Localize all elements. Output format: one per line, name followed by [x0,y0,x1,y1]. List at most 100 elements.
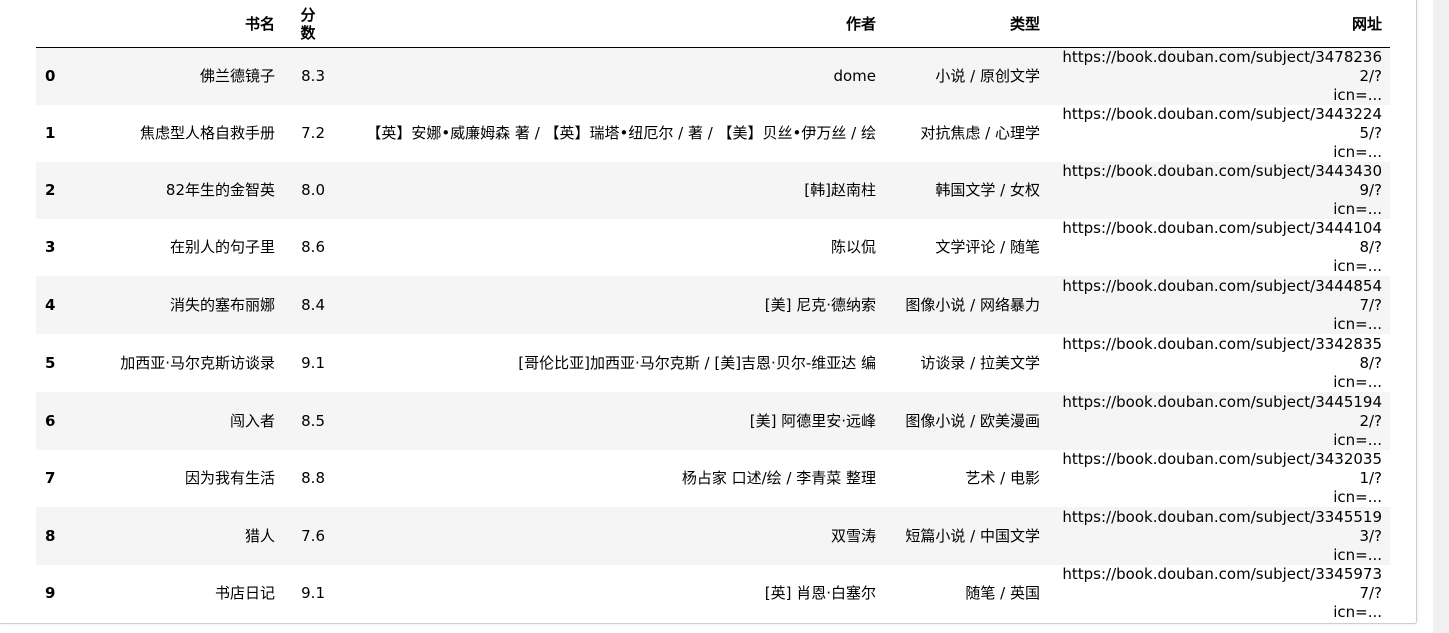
type-cell: 图像小说 / 欧美漫画 [905,411,1040,430]
table-row: 7 因为我有生活 8.8 杨占家 口述/绘 / 李青菜 整理 艺术 / 电影 h… [36,450,1390,507]
url-line-2: icn=... [1333,143,1382,161]
score-cell: 9.1 [301,584,325,602]
column-header-score-line2: 数 [300,23,316,42]
type-cell: 随笔 / 英国 [965,584,1040,602]
url-cell: https://book.douban.com/subject/34441048… [1048,219,1390,276]
author-cell: [美] 尼克·德纳索 [764,295,876,314]
url-line-2: icn=... [1333,314,1382,333]
url-line-1: https://book.douban.com/subject/33459737… [1062,565,1382,602]
url-cell: https://book.douban.com/subject/34434309… [1048,162,1390,219]
url-cell: https://book.douban.com/subject/34782362… [1048,48,1390,106]
author-cell: [美] 阿德里安·远峰 [749,411,876,430]
type-cell: 短篇小说 / 中国文学 [905,526,1040,545]
score-cell: 8.0 [301,181,325,199]
author-cell: 【英】安娜•威廉姆森 著 / 【英】瑞塔•纽厄尔 / 著 / 【美】贝丝•伊万丝… [366,124,876,142]
book-title-cell: 消失的塞布丽娜 [169,295,275,314]
column-header-type: 类型 [884,0,1048,48]
url-line-1: https://book.douban.com/subject/34441048… [1062,219,1382,256]
url-cell: https://book.douban.com/subject/33428358… [1048,334,1390,392]
book-title-cell: 闯入者 [229,411,275,430]
score-cell: 8.5 [301,411,325,430]
table-row: 2 82年生的金智英 8.0 [韩]赵南柱 韩国文学 / 女权 https://… [36,162,1390,219]
type-cell: 访谈录 / 拉美文学 [920,353,1040,372]
url-line-1: https://book.douban.com/subject/34782362… [1062,48,1382,85]
book-title-cell: 加西亚·马尔克斯访谈录 [120,353,275,372]
author-cell: [英] 肖恩·白塞尔 [764,584,876,602]
type-cell: 韩国文学 / 女权 [935,181,1040,199]
score-cell: 8.8 [301,469,325,487]
url-line-1: https://book.douban.com/subject/34432245… [1062,105,1382,142]
url-line-1: https://book.douban.com/subject/33455193… [1062,507,1382,545]
book-title-cell: 在别人的句子里 [169,238,275,256]
table-row: 5 加西亚·马尔克斯访谈录 9.1 [哥伦比亚]加西亚·马尔克斯 / [美]吉恩… [36,334,1390,392]
author-cell: 陈以侃 [830,238,876,256]
book-title-cell: 焦虑型人格自救手册 [139,124,275,142]
table-row: 4 消失的塞布丽娜 8.4 [美] 尼克·德纳索 图像小说 / 网络暴力 htt… [36,276,1390,334]
type-cell: 艺术 / 电影 [965,469,1040,487]
table-body: 0 佛兰德镜子 8.3 dome 小说 / 原创文学 https://book.… [36,47,1390,622]
url-line-1: https://book.douban.com/subject/33428358… [1062,334,1382,372]
url-line-2: icn=... [1333,488,1382,506]
score-cell: 8.4 [301,295,325,314]
url-cell: https://book.douban.com/subject/33459737… [1048,565,1390,622]
column-header-score: 分 数 [283,0,333,48]
author-cell: 杨占家 口述/绘 / 李青菜 整理 [681,469,876,487]
row-index: 8 [45,526,56,545]
book-title-cell: 佛兰德镜子 [199,67,275,85]
url-cell: https://book.douban.com/subject/34432245… [1048,105,1390,162]
row-index: 0 [45,67,56,85]
column-header-url: 网址 [1048,0,1390,48]
book-title-cell: 猎人 [244,526,275,545]
column-header-title: 书名 [74,0,283,48]
scrollbar-track[interactable] [1433,0,1449,633]
type-cell: 小说 / 原创文学 [935,67,1040,85]
table-row: 8 猎人 7.6 双雪涛 短篇小说 / 中国文学 https://book.do… [36,507,1390,565]
table-row: 0 佛兰德镜子 8.3 dome 小说 / 原创文学 https://book.… [36,47,1390,106]
url-cell: https://book.douban.com/subject/34451942… [1048,392,1390,450]
row-index: 2 [45,181,56,199]
url-cell: https://book.douban.com/subject/33455193… [1048,507,1390,565]
table-row: 6 闯入者 8.5 [美] 阿德里安·远峰 图像小说 / 欧美漫画 https:… [36,392,1390,450]
score-cell: 7.2 [301,124,325,142]
book-title-cell: 82年生的金智英 [165,181,275,199]
column-header-score-line1: 分 [300,5,316,24]
row-index: 4 [45,295,56,314]
url-line-2: icn=... [1333,372,1382,391]
url-line-1: https://book.douban.com/subject/34320351… [1062,450,1382,487]
row-index: 9 [45,584,56,602]
score-cell: 9.1 [301,353,325,372]
url-line-2: icn=... [1333,430,1382,449]
dataframe-table: 书名 分 数 作者 类型 网址 0 佛兰德镜子 8.3 dome 小说 / 原创… [36,0,1390,622]
author-cell: dome [833,67,876,85]
url-line-2: icn=... [1333,257,1382,275]
row-index: 1 [45,124,56,142]
book-title-cell: 书店日记 [214,584,275,602]
type-cell: 文学评论 / 随笔 [935,238,1040,256]
author-cell: [哥伦比亚]加西亚·马尔克斯 / [美]吉恩·贝尔-维亚达 编 [518,353,876,372]
url-line-1: https://book.douban.com/subject/34451942… [1062,392,1382,430]
url-line-1: https://book.douban.com/subject/34434309… [1062,162,1382,199]
url-cell: https://book.douban.com/subject/34448547… [1048,276,1390,334]
row-index: 7 [45,469,56,487]
author-cell: 双雪涛 [830,526,876,545]
score-cell: 8.3 [301,67,325,85]
url-line-2: icn=... [1333,545,1382,564]
table-row: 1 焦虑型人格自救手册 7.2 【英】安娜•威廉姆森 著 / 【英】瑞塔•纽厄尔… [36,105,1390,162]
index-header [36,0,74,48]
table-header: 书名 分 数 作者 类型 网址 [36,0,1390,48]
type-cell: 图像小说 / 网络暴力 [905,295,1040,314]
book-title-cell: 因为我有生活 [184,469,275,487]
url-line-1: https://book.douban.com/subject/34448547… [1062,276,1382,314]
row-index: 5 [45,353,56,372]
author-cell: [韩]赵南柱 [804,181,876,199]
url-line-2: icn=... [1333,86,1382,104]
column-header-author: 作者 [333,0,884,48]
table-row: 9 书店日记 9.1 [英] 肖恩·白塞尔 随笔 / 英国 https://bo… [36,565,1390,622]
type-cell: 对抗焦虑 / 心理学 [920,124,1040,142]
url-cell: https://book.douban.com/subject/34320351… [1048,450,1390,507]
score-cell: 8.6 [301,238,325,256]
table-row: 3 在别人的句子里 8.6 陈以侃 文学评论 / 随笔 https://book… [36,219,1390,276]
url-line-2: icn=... [1333,603,1382,621]
row-index: 6 [45,411,56,430]
row-index: 3 [45,238,56,256]
